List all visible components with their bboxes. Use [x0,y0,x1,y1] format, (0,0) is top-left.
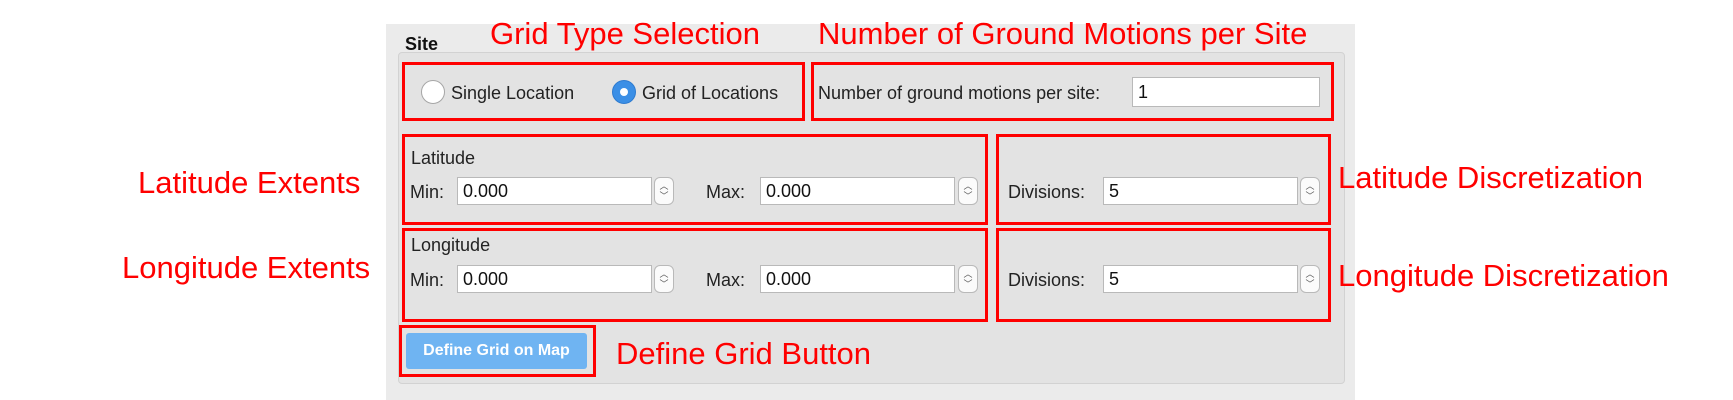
chevron-up-icon[interactable]: ︿ [963,269,972,279]
annotation-longitude-extents: Longitude Extents [122,250,371,285]
chevron-down-icon[interactable]: ﹀ [659,191,668,201]
longitude-max-label: Max: [706,270,746,290]
chevron-down-icon[interactable]: ﹀ [963,279,972,289]
single-location-label[interactable]: Single Location [451,84,574,102]
site-title: Site [405,34,439,54]
chevron-up-icon[interactable]: ︿ [1305,181,1314,191]
radio-grid-of-locations[interactable] [612,80,636,104]
annotation-latitude-extents: Latitude Extents [138,165,361,200]
longitude-divisions-input[interactable]: 5 [1103,265,1298,293]
chevron-up-icon[interactable]: ︿ [659,181,668,191]
annotation-longitude-discretization: Longitude Discretization [1338,258,1669,293]
annotation-define-grid-button: Define Grid Button [616,336,872,371]
latitude-max-input[interactable]: 0.000 [760,177,955,205]
chevron-down-icon[interactable]: ﹀ [1305,279,1314,289]
latitude-min-spinner[interactable]: ︿ ﹀ [654,177,674,205]
motions-label: Number of ground motions per site: [818,83,1101,103]
chevron-up-icon[interactable]: ︿ [659,269,668,279]
latitude-min-label: Min: [410,182,445,202]
motions-input[interactable]: 1 [1132,77,1320,107]
longitude-divisions-spinner[interactable]: ︿ ﹀ [1300,265,1320,293]
chevron-down-icon[interactable]: ﹀ [659,279,668,289]
longitude-min-label: Min: [410,270,445,290]
annotation-motions: Number of Ground Motions per Site [818,16,1308,51]
chevron-down-icon[interactable]: ﹀ [963,191,972,201]
radio-single-location[interactable] [421,80,445,104]
latitude-divisions-label: Divisions: [1008,182,1086,202]
latitude-max-label: Max: [706,182,746,202]
longitude-title: Longitude [411,235,491,255]
latitude-min-input[interactable]: 0.000 [457,177,652,205]
latitude-divisions-spinner[interactable]: ︿ ﹀ [1300,177,1320,205]
define-grid-on-map-button[interactable]: Define Grid on Map [406,333,587,369]
annotation-latitude-discretization: Latitude Discretization [1338,160,1643,195]
longitude-max-spinner[interactable]: ︿ ﹀ [958,265,978,293]
annotation-grid-type: Grid Type Selection [490,16,760,51]
chevron-up-icon[interactable]: ︿ [1305,269,1314,279]
grid-of-locations-label[interactable]: Grid of Locations [642,84,778,102]
longitude-max-input[interactable]: 0.000 [760,265,955,293]
chevron-up-icon[interactable]: ︿ [963,181,972,191]
latitude-max-spinner[interactable]: ︿ ﹀ [958,177,978,205]
longitude-min-input[interactable]: 0.000 [457,265,652,293]
longitude-min-spinner[interactable]: ︿ ﹀ [654,265,674,293]
longitude-divisions-label: Divisions: [1008,270,1086,290]
chevron-down-icon[interactable]: ﹀ [1305,191,1314,201]
latitude-divisions-input[interactable]: 5 [1103,177,1298,205]
latitude-title: Latitude [411,148,476,168]
